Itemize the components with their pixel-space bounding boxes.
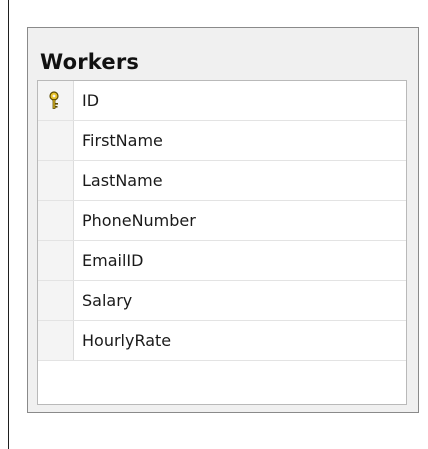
row-selector[interactable]: [38, 241, 74, 280]
table-designer-panel[interactable]: Workers ID FirstName LastName PhoneNumbe…: [27, 27, 419, 413]
column-row-lastname[interactable]: LastName: [38, 161, 406, 201]
column-row-emailid[interactable]: EmailID: [38, 241, 406, 281]
column-name: Salary: [82, 291, 133, 310]
canvas-left-edge: [8, 0, 9, 449]
row-selector[interactable]: [38, 121, 74, 160]
column-row-salary[interactable]: Salary: [38, 281, 406, 321]
column-row-hourlyrate[interactable]: HourlyRate: [38, 321, 406, 361]
column-grid[interactable]: ID FirstName LastName PhoneNumber EmailI…: [37, 80, 407, 405]
column-name: PhoneNumber: [82, 211, 196, 230]
table-title: Workers: [40, 50, 140, 74]
column-row-id[interactable]: ID: [38, 81, 406, 121]
column-name: FirstName: [82, 131, 163, 150]
column-name: HourlyRate: [82, 331, 172, 350]
column-name: ID: [82, 91, 100, 110]
row-selector[interactable]: [38, 81, 74, 120]
column-row-phonenumber[interactable]: PhoneNumber: [38, 201, 406, 241]
key-icon: [49, 91, 59, 109]
row-selector[interactable]: [38, 161, 74, 200]
row-selector[interactable]: [38, 201, 74, 240]
column-name: LastName: [82, 171, 163, 190]
row-selector[interactable]: [38, 281, 74, 320]
column-name: EmailID: [82, 251, 144, 270]
column-row-firstname[interactable]: FirstName: [38, 121, 406, 161]
row-selector[interactable]: [38, 321, 74, 360]
